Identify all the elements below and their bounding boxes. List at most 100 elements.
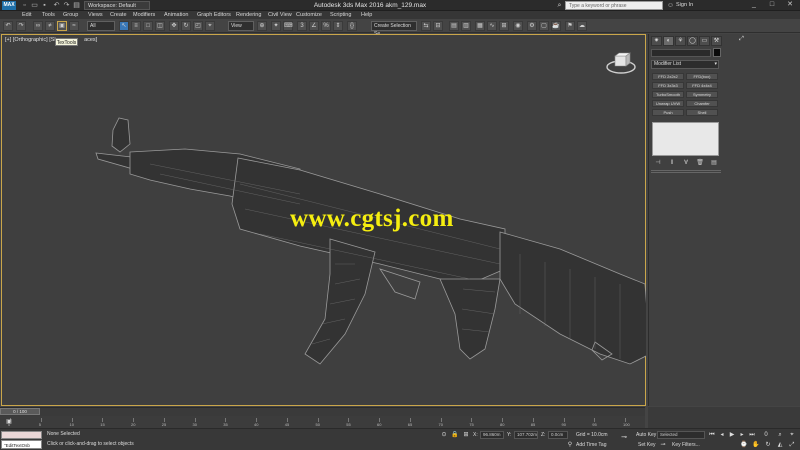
- play-icon[interactable]: ▶: [728, 431, 736, 439]
- z-coordinate-field[interactable]: 0.0cm: [548, 431, 568, 439]
- x-coordinate-field[interactable]: 96.860m: [480, 431, 504, 439]
- object-color-swatch[interactable]: [713, 48, 721, 57]
- hierarchy-tab-icon[interactable]: ⚘: [675, 36, 686, 46]
- named-selection-dropdown[interactable]: Create Selection Se: [371, 21, 417, 37]
- align-icon[interactable]: ⊟: [433, 21, 443, 31]
- workspace-dropdown[interactable]: Workspace: Default: [84, 1, 150, 10]
- selection-set-dropdown[interactable]: Selected: [657, 431, 705, 439]
- auto-key-button[interactable]: Auto Key: [636, 432, 656, 438]
- window-crossing-icon[interactable]: ◫: [155, 21, 165, 31]
- track-bar[interactable]: [0, 416, 645, 428]
- mirror-icon[interactable]: ⇆: [421, 21, 431, 31]
- time-slider[interactable]: [0, 407, 645, 416]
- viewcube-icon[interactable]: [606, 52, 636, 74]
- snaps-toggle-icon[interactable]: 3: [297, 21, 307, 31]
- reference-coord-dropdown[interactable]: View: [228, 21, 254, 31]
- remove-modifier-icon[interactable]: 🗑: [696, 159, 704, 167]
- y-coordinate-field[interactable]: 107.702m: [514, 431, 538, 439]
- modifier-button-turbosmooth[interactable]: TurboSmooth: [652, 91, 684, 98]
- pin-stack-icon[interactable]: ⊣: [654, 159, 662, 167]
- modifier-button-symmetry[interactable]: Symmetry: [686, 91, 718, 98]
- save-icon[interactable]: ▪: [40, 1, 49, 10]
- previous-frame-icon[interactable]: ◂: [718, 431, 726, 439]
- undo-icon[interactable]: ↶: [3, 21, 13, 31]
- panel-expand-icon[interactable]: ⤢: [736, 35, 747, 45]
- rotate-icon[interactable]: ↻: [181, 21, 191, 31]
- move-icon[interactable]: ✥: [169, 21, 179, 31]
- render-setup-icon[interactable]: ⚙: [527, 21, 537, 31]
- go-to-start-icon[interactable]: ⏮: [708, 431, 716, 439]
- project-icon[interactable]: ▤: [72, 1, 81, 10]
- field-of-view-icon[interactable]: ◭: [776, 441, 784, 449]
- go-to-end-icon[interactable]: ⏭: [748, 431, 756, 439]
- open-icon[interactable]: ▭: [30, 1, 39, 10]
- menu-graph-editors[interactable]: Graph Editors: [197, 11, 231, 19]
- key-icon[interactable]: ⊸: [620, 434, 628, 442]
- zoom-icon[interactable]: ⌕: [776, 431, 784, 439]
- modifier-button-push[interactable]: Push: [652, 109, 684, 116]
- add-time-tag-button[interactable]: Add Time Tag: [576, 442, 606, 448]
- redo-icon[interactable]: ↷: [16, 21, 26, 31]
- menu-animation[interactable]: Animation: [164, 11, 188, 19]
- motion-tab-icon[interactable]: ◯: [687, 36, 698, 46]
- display-tab-icon[interactable]: ▭: [699, 36, 710, 46]
- modifier-button-unwrap-uvw[interactable]: Unwrap UVW: [652, 100, 684, 107]
- edit-named-selection-icon[interactable]: {}: [347, 21, 357, 31]
- utilities-tab-icon[interactable]: ⚒: [711, 36, 722, 46]
- absolute-relative-toggle-icon[interactable]: ⊞: [462, 431, 470, 439]
- configure-modifier-sets-icon[interactable]: ▤: [710, 159, 718, 167]
- render-iterative-icon[interactable]: ⚑: [565, 21, 575, 31]
- curve-editor-icon[interactable]: ∿: [487, 21, 497, 31]
- maxscript-listener-output[interactable]: [1, 431, 42, 439]
- app-menu-button[interactable]: MAX: [2, 1, 16, 10]
- modifier-button-shell[interactable]: Shell: [686, 109, 718, 116]
- isolate-selection-icon[interactable]: ⊙: [440, 431, 448, 439]
- orbit-icon[interactable]: ↻: [764, 441, 772, 449]
- time-configuration-icon[interactable]: ⌚: [740, 441, 748, 449]
- render-production-icon[interactable]: ☕: [551, 21, 561, 31]
- region-select-icon[interactable]: □: [143, 21, 153, 31]
- placement-icon[interactable]: ⌖: [205, 21, 215, 31]
- search-input[interactable]: Type a keyword or phrase: [565, 1, 663, 10]
- make-unique-icon[interactable]: ∀: [682, 159, 690, 167]
- selection-lock-icon[interactable]: 🔒: [451, 431, 459, 439]
- angle-snap-icon[interactable]: ∠: [309, 21, 319, 31]
- rendered-frame-window-icon[interactable]: ▢: [539, 21, 549, 31]
- maxscript-listener-input[interactable]: "EditTextOsb: [1, 440, 42, 449]
- redo-icon[interactable]: ↷: [62, 1, 71, 10]
- modifier-button-ffd-box[interactable]: FFD(box): [686, 73, 718, 80]
- current-frame-field[interactable]: 0: [762, 431, 770, 439]
- modifier-button-ffd-4x4x4[interactable]: FFD 4x4x4: [686, 82, 718, 89]
- mini-listener-icon[interactable]: ▣: [5, 418, 13, 426]
- menu-modifiers[interactable]: Modifiers: [133, 11, 155, 19]
- select-object-icon[interactable]: ↖: [119, 21, 129, 31]
- layer-explorer-icon[interactable]: ▥: [461, 21, 471, 31]
- new-icon[interactable]: ▫: [20, 1, 29, 10]
- graphite-ribbon-icon[interactable]: ▦: [475, 21, 485, 31]
- create-tab-icon[interactable]: ✷: [651, 36, 662, 46]
- menu-views[interactable]: Views: [88, 11, 103, 19]
- show-end-result-icon[interactable]: ‖: [668, 159, 676, 167]
- minimize-button[interactable]: _: [746, 0, 762, 10]
- unlink-icon[interactable]: ≠: [45, 21, 55, 31]
- modifier-button-ffd-2x2x2[interactable]: FFD 2x2x2: [652, 73, 684, 80]
- modify-tab-icon[interactable]: ◐: [663, 36, 674, 46]
- menu-group[interactable]: Group: [63, 11, 78, 19]
- modifier-list-dropdown[interactable]: Modifier List ▾: [651, 60, 719, 69]
- scene-explorer-icon[interactable]: ▤: [449, 21, 459, 31]
- close-button[interactable]: ✕: [782, 0, 798, 10]
- maximize-button[interactable]: □: [764, 0, 780, 10]
- menu-tools[interactable]: Tools: [42, 11, 55, 19]
- zoom-all-icon[interactable]: ⌖: [788, 431, 796, 439]
- object-name-field[interactable]: [651, 49, 711, 57]
- sign-in-link[interactable]: Sign In: [676, 1, 716, 10]
- a360-cloud-icon[interactable]: ☁: [577, 21, 587, 31]
- menu-create[interactable]: Create: [110, 11, 127, 19]
- texture-tools-icon[interactable]: ▣: [57, 21, 67, 31]
- schematic-view-icon[interactable]: ⊞: [499, 21, 509, 31]
- pan-icon[interactable]: ✋: [752, 441, 760, 449]
- select-by-name-icon[interactable]: ≡: [131, 21, 141, 31]
- link-icon[interactable]: ∞: [33, 21, 43, 31]
- material-editor-icon[interactable]: ◉: [513, 21, 523, 31]
- percent-snap-icon[interactable]: %: [321, 21, 331, 31]
